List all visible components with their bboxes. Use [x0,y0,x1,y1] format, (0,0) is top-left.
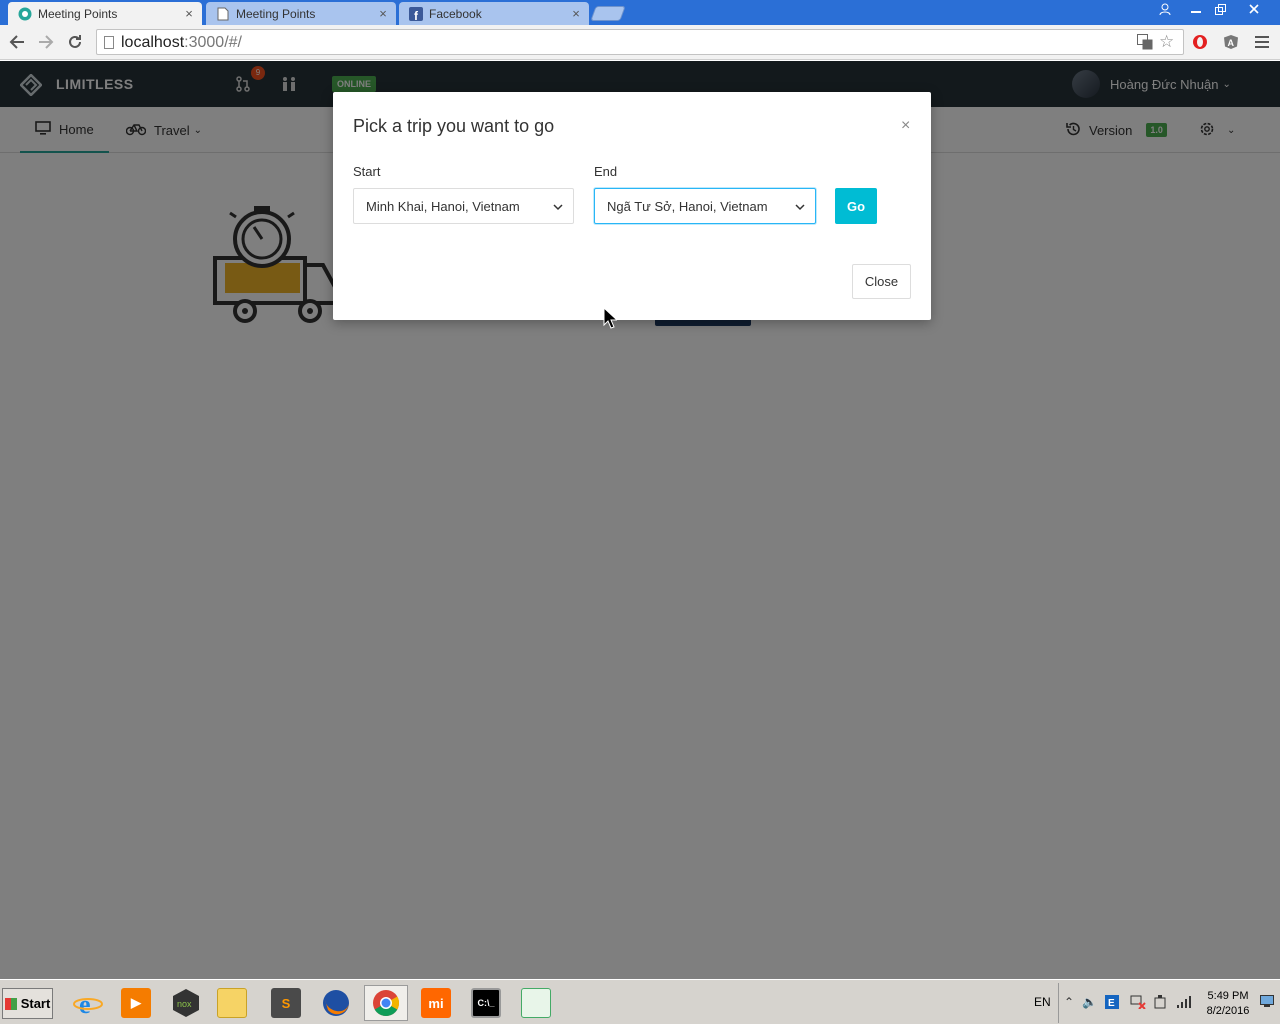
tab-title: Facebook [429,6,482,21]
close-icon[interactable]: × [376,6,390,21]
start-button[interactable]: Start [2,988,53,1019]
url-text: localhost:3000/#/ [121,34,242,51]
e-tray-icon[interactable]: E [1105,995,1119,1012]
chevron-down-icon [795,202,805,214]
taskbar: Start e ▶ nox S mi C:\_ EN ⌃ 🔈 E 5:49 PM… [0,979,1280,1024]
svg-text:e: e [79,990,91,1018]
start-select-value: Minh Khai, Hanoi, Vietnam [366,199,520,214]
document-app-icon[interactable] [514,985,558,1021]
nox-player-icon[interactable]: nox [164,985,208,1021]
browser-tab-meeting-points[interactable]: Meeting Points × [8,2,202,25]
file-explorer-icon[interactable] [210,985,254,1021]
command-prompt-icon[interactable]: C:\_ [464,985,508,1021]
language-indicator[interactable]: EN [1034,995,1051,1009]
volume-icon[interactable]: 🔈 [1082,995,1097,1009]
clock[interactable]: 5:49 PM 8/2/2016 [1200,989,1256,1019]
show-desktop-icon[interactable] [1260,995,1274,1010]
page-icon [104,36,114,49]
angular-icon[interactable]: A [1221,32,1241,52]
svg-text:A: A [1228,38,1235,48]
window-close-icon[interactable] [1232,0,1276,18]
media-player-icon[interactable]: ▶ [114,985,158,1021]
profile-icon[interactable] [1153,0,1177,18]
start-label: Start [353,164,381,179]
signal-icon[interactable] [1176,995,1192,1012]
close-icon[interactable]: × [182,6,196,21]
svg-text:nox: nox [177,999,192,1009]
svg-text:E: E [1108,998,1115,1009]
end-label: End [594,164,618,179]
windows-flag-icon [4,997,17,1010]
restore-icon[interactable] [1208,0,1232,18]
tab-title: Meeting Points [236,6,316,21]
facebook-icon: f [409,6,423,21]
browser-tab-facebook[interactable]: f Facebook × [399,2,589,25]
close-icon[interactable]: × [569,6,583,21]
browser-toolbar: localhost:3000/#/ ☆ A [0,25,1280,60]
close-icon[interactable]: × [901,118,910,134]
internet-explorer-icon[interactable]: e [66,985,110,1021]
start-select[interactable]: Minh Khai, Hanoi, Vietnam [353,188,574,224]
trip-picker-modal: Pick a trip you want to go × Start Minh … [333,92,931,320]
translate-icon[interactable] [1137,34,1153,53]
chevron-down-icon [553,202,563,214]
minimize-icon[interactable] [1184,0,1208,18]
close-button[interactable]: Close [852,264,911,299]
address-bar[interactable]: localhost:3000/#/ ☆ [96,29,1184,55]
reload-icon[interactable] [64,31,86,53]
clock-time: 5:49 PM [1207,990,1249,1002]
page-icon [216,7,230,21]
tab-title: Meeting Points [38,6,118,21]
mi-icon[interactable]: mi [414,985,458,1021]
end-select[interactable]: Ngã Tư Sở, Hanoi, Vietnam [594,188,816,224]
browser-tab-meeting-points-2[interactable]: Meeting Points × [206,2,396,25]
forward-icon[interactable] [35,31,57,53]
menu-icon[interactable] [1252,32,1272,52]
network-error-icon[interactable] [1130,995,1146,1012]
clock-date: 8/2/2016 [1206,1005,1250,1017]
firefox-icon[interactable] [314,985,358,1021]
chrome-icon[interactable] [364,985,408,1021]
power-icon[interactable] [1153,995,1167,1012]
browser-tab-strip: Meeting Points × Meeting Points × f Face… [0,0,1280,25]
end-select-value: Ngã Tư Sở, Hanoi, Vietnam [607,199,768,214]
modal-title: Pick a trip you want to go [353,116,555,136]
start-label: Start [20,996,51,1011]
back-icon[interactable] [6,31,28,53]
new-tab-button[interactable] [590,6,626,21]
opera-icon[interactable] [1190,32,1210,52]
mouse-cursor-icon [603,307,617,329]
chevron-up-icon[interactable]: ⌃ [1064,995,1074,1009]
bookmark-star-icon[interactable]: ☆ [1159,32,1174,52]
app-icon [18,7,32,21]
go-button[interactable]: Go [835,188,877,224]
sublime-text-icon[interactable]: S [264,985,308,1021]
